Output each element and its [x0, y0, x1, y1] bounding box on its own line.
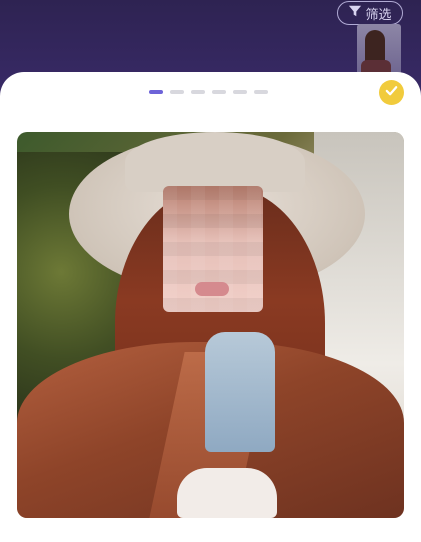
check-icon: [384, 83, 399, 102]
photo-pager: [149, 90, 268, 94]
next-card-preview[interactable]: [357, 24, 401, 76]
pager-dot[interactable]: [254, 90, 268, 94]
confirm-button[interactable]: [379, 80, 404, 105]
pager-dot[interactable]: [212, 90, 226, 94]
pager-dot[interactable]: [191, 90, 205, 94]
pager-dot-active[interactable]: [149, 90, 163, 94]
filter-label: 筛选: [365, 7, 392, 23]
filter-button[interactable]: 筛选: [337, 1, 403, 25]
pager-dot[interactable]: [170, 90, 184, 94]
funnel-icon: [348, 4, 362, 22]
pager-dot[interactable]: [233, 90, 247, 94]
profile-photo[interactable]: [17, 132, 404, 518]
profile-card: [0, 72, 421, 542]
